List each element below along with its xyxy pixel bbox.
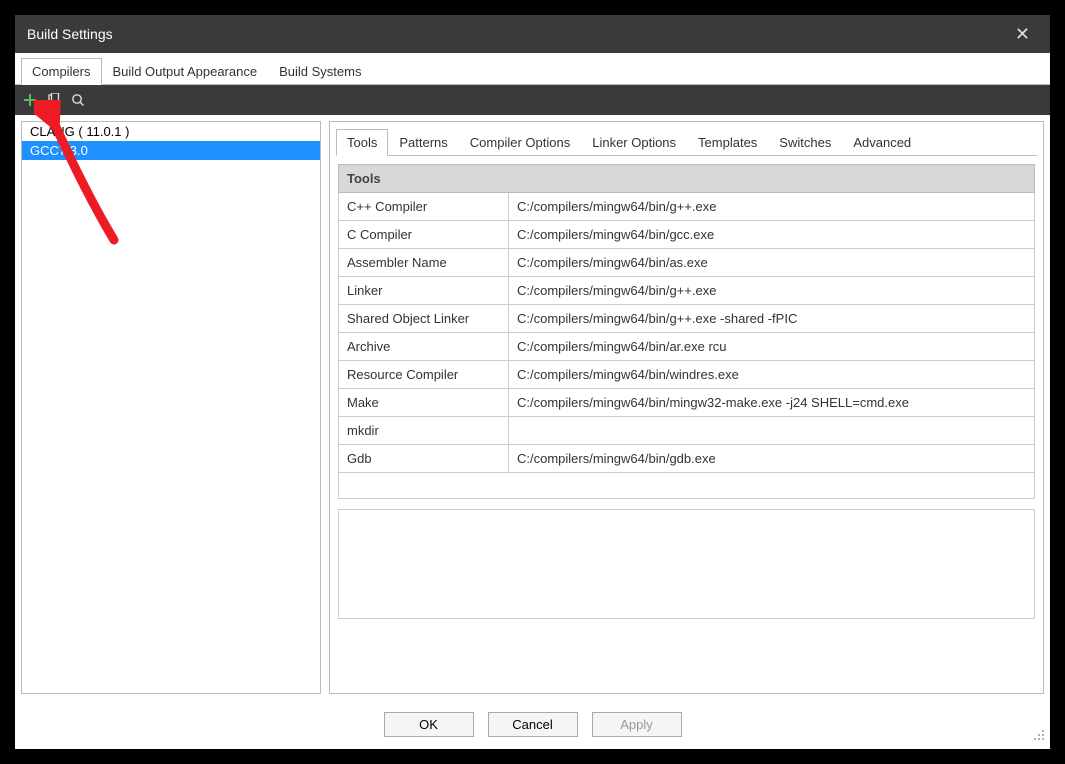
tool-value[interactable]: C:/compilers/mingw64/bin/gcc.exe — [509, 221, 1035, 249]
sub-tabstrip: Tools Patterns Compiler Options Linker O… — [330, 122, 1043, 155]
subtab-switches[interactable]: Switches — [768, 129, 842, 156]
subtab-tools[interactable]: Tools — [336, 129, 388, 156]
plus-icon[interactable] — [23, 93, 37, 107]
table-row[interactable]: Shared Object LinkerC:/compilers/mingw64… — [339, 305, 1035, 333]
cancel-button[interactable]: Cancel — [488, 712, 578, 737]
tool-value[interactable]: C:/compilers/mingw64/bin/g++.exe — [509, 277, 1035, 305]
subtab-patterns[interactable]: Patterns — [388, 129, 458, 156]
compiler-item-gcc[interactable]: GCC7.3.0 — [22, 141, 320, 160]
build-settings-window: Build Settings ✕ Compilers Build Output … — [15, 15, 1050, 749]
tool-value[interactable]: C:/compilers/mingw64/bin/ar.exe rcu — [509, 333, 1035, 361]
table-row[interactable]: Resource CompilerC:/compilers/mingw64/bi… — [339, 361, 1035, 389]
compilers-toolbar — [15, 85, 1050, 115]
tool-name: C Compiler — [339, 221, 509, 249]
copy-icon[interactable] — [47, 93, 61, 107]
tool-name: C++ Compiler — [339, 193, 509, 221]
tool-name: Make — [339, 389, 509, 417]
tab-build-output[interactable]: Build Output Appearance — [102, 58, 269, 85]
tab-build-systems[interactable]: Build Systems — [268, 58, 372, 85]
tool-name: Shared Object Linker — [339, 305, 509, 333]
window-title: Build Settings — [27, 26, 1007, 42]
resize-grip-icon[interactable] — [1032, 728, 1046, 745]
titlebar: Build Settings ✕ — [15, 15, 1050, 53]
tool-name: Assembler Name — [339, 249, 509, 277]
ok-button[interactable]: OK — [384, 712, 474, 737]
tool-value[interactable]: C:/compilers/mingw64/bin/windres.exe — [509, 361, 1035, 389]
main-tabstrip: Compilers Build Output Appearance Build … — [15, 53, 1050, 85]
tool-value[interactable]: C:/compilers/mingw64/bin/g++.exe — [509, 193, 1035, 221]
subtab-advanced[interactable]: Advanced — [842, 129, 922, 156]
tool-value[interactable]: C:/compilers/mingw64/bin/g++.exe -shared… — [509, 305, 1035, 333]
tool-value[interactable] — [509, 417, 1035, 445]
tool-name: Resource Compiler — [339, 361, 509, 389]
table-row[interactable]: Assembler NameC:/compilers/mingw64/bin/a… — [339, 249, 1035, 277]
table-row[interactable]: ArchiveC:/compilers/mingw64/bin/ar.exe r… — [339, 333, 1035, 361]
tool-name: Gdb — [339, 445, 509, 473]
table-row[interactable]: C++ CompilerC:/compilers/mingw64/bin/g++… — [339, 193, 1035, 221]
compiler-list[interactable]: CLANG ( 11.0.1 ) GCC7.3.0 — [21, 121, 321, 694]
body-area: CLANG ( 11.0.1 ) GCC7.3.0 Tools Patterns… — [15, 115, 1050, 700]
tools-table-body: C++ CompilerC:/compilers/mingw64/bin/g++… — [339, 193, 1035, 473]
table-row[interactable]: GdbC:/compilers/mingw64/bin/gdb.exe — [339, 445, 1035, 473]
tool-name: Archive — [339, 333, 509, 361]
dialog-buttons: OK Cancel Apply — [15, 700, 1050, 749]
tool-value[interactable]: C:/compilers/mingw64/bin/as.exe — [509, 249, 1035, 277]
table-row[interactable]: MakeC:/compilers/mingw64/bin/mingw32-mak… — [339, 389, 1035, 417]
tool-value[interactable]: C:/compilers/mingw64/bin/gdb.exe — [509, 445, 1035, 473]
tab-compilers[interactable]: Compilers — [21, 58, 102, 85]
tool-name: Linker — [339, 277, 509, 305]
search-icon[interactable] — [71, 93, 85, 107]
tools-table-header: Tools — [339, 165, 1035, 193]
compiler-details-panel: Tools Patterns Compiler Options Linker O… — [329, 121, 1044, 694]
apply-button[interactable]: Apply — [592, 712, 682, 737]
subtab-compiler-options[interactable]: Compiler Options — [459, 129, 581, 156]
compiler-item-clang[interactable]: CLANG ( 11.0.1 ) — [22, 122, 320, 141]
tools-table: Tools C++ CompilerC:/compilers/mingw64/b… — [338, 164, 1035, 499]
tool-value[interactable]: C:/compilers/mingw64/bin/mingw32-make.ex… — [509, 389, 1035, 417]
table-row[interactable]: C CompilerC:/compilers/mingw64/bin/gcc.e… — [339, 221, 1035, 249]
table-row[interactable]: LinkerC:/compilers/mingw64/bin/g++.exe — [339, 277, 1035, 305]
tool-name: mkdir — [339, 417, 509, 445]
tools-panel: Tools C++ CompilerC:/compilers/mingw64/b… — [330, 156, 1043, 693]
tool-description-panel — [338, 509, 1035, 619]
subtab-templates[interactable]: Templates — [687, 129, 768, 156]
subtab-linker-options[interactable]: Linker Options — [581, 129, 687, 156]
close-icon[interactable]: ✕ — [1007, 20, 1038, 49]
table-row[interactable]: mkdir — [339, 417, 1035, 445]
